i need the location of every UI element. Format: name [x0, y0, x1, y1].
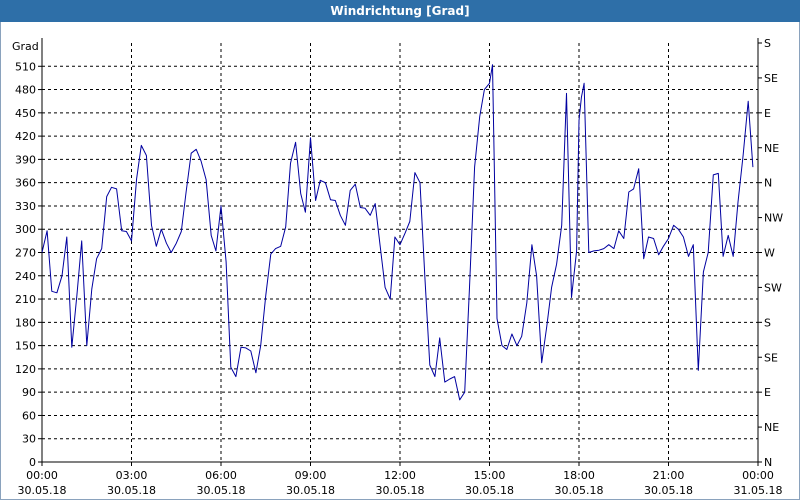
- compass-tick-label: E: [764, 386, 771, 399]
- y-tick-label: 150: [15, 340, 36, 353]
- compass-tick-label: W: [764, 247, 775, 260]
- y-axis-label: Grad: [12, 40, 39, 53]
- x-tick-time-label: 12:00: [384, 469, 416, 482]
- series-layer: [41, 64, 754, 401]
- y-tick-label: 120: [15, 363, 36, 376]
- y-tick-label: 360: [15, 177, 36, 190]
- y-tick-label: 300: [15, 223, 36, 236]
- x-tick-date-label: 30.05.18: [465, 484, 514, 497]
- compass-tick-label: NE: [764, 421, 779, 434]
- compass-tick-label: SW: [764, 281, 782, 294]
- x-tick-date-label: 30.05.18: [18, 484, 67, 497]
- x-tick-time-label: 18:00: [563, 469, 595, 482]
- y-tick-label: 60: [22, 409, 36, 422]
- y-tick-label: 270: [15, 247, 36, 260]
- x-tick-date-label: 30.05.18: [286, 484, 335, 497]
- compass-tick-label: NE: [764, 142, 779, 155]
- x-axis: 00:00 30.05.18 03:00 30.05.18 06:00 30.05.18 0…: [18, 462, 783, 497]
- y-tick-label: 90: [22, 386, 36, 399]
- x-tick-time-label: 06:00: [205, 469, 237, 482]
- compass-tick-label: S: [764, 316, 771, 329]
- y-tick-label: 180: [15, 316, 36, 329]
- x-tick-time-label: 03:00: [116, 469, 148, 482]
- x-tick-time-label: 21:00: [653, 469, 685, 482]
- x-tick-date-label: 30.05.18: [644, 484, 693, 497]
- x-tick-time-label: 00:00: [742, 469, 774, 482]
- chart-grid: [42, 43, 758, 462]
- y-tick-label: 210: [15, 293, 36, 306]
- y-axis-left: 0 30 60 90 120 150 180 210 240 270 300 330 360 390 420…: [15, 60, 42, 469]
- y-tick-label: 510: [15, 60, 36, 73]
- series-line: [41, 64, 754, 401]
- compass-tick-label: S: [764, 37, 771, 50]
- y-tick-label: 420: [15, 130, 36, 143]
- compass-tick-label: E: [764, 107, 771, 120]
- y-tick-label: 390: [15, 153, 36, 166]
- y-axis-right: N NE E SE S SW W NW N NE E SE S: [758, 37, 783, 469]
- x-tick-date-label: 30.05.18: [197, 484, 246, 497]
- y-tick-label: 30: [22, 433, 36, 446]
- y-tick-label: 450: [15, 107, 36, 120]
- compass-tick-label: SE: [764, 72, 778, 85]
- compass-tick-label: SE: [764, 351, 778, 364]
- x-tick-time-label: 09:00: [295, 469, 327, 482]
- x-tick-time-label: 15:00: [474, 469, 506, 482]
- y-tick-label: 480: [15, 84, 36, 97]
- x-tick-date-label: 31.05.18: [734, 484, 783, 497]
- wind-direction-chart: 0 30 60 90 120 150 180 210 240 270 300 330 360 390 420…: [12, 37, 783, 497]
- compass-tick-label: N: [764, 177, 772, 190]
- y-tick-label: 240: [15, 270, 36, 283]
- compass-tick-label: N: [764, 456, 772, 469]
- y-tick-label: 0: [29, 456, 36, 469]
- x-tick-date-label: 30.05.18: [107, 484, 156, 497]
- x-tick-time-label: 00:00: [26, 469, 58, 482]
- x-tick-date-label: 30.05.18: [555, 484, 604, 497]
- y-tick-label: 330: [15, 200, 36, 213]
- x-tick-date-label: 30.05.18: [376, 484, 425, 497]
- compass-tick-label: NW: [764, 212, 783, 225]
